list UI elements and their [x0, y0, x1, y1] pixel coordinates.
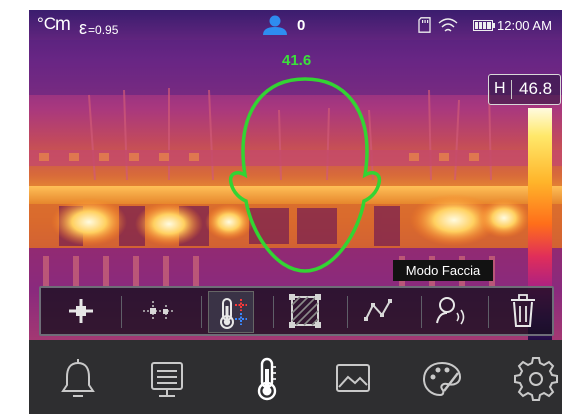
measure-mode: m [55, 14, 71, 35]
wifi-icon [438, 18, 458, 32]
face-count: 0 [297, 17, 306, 34]
toolbar-divider [273, 296, 274, 328]
palette-button[interactable] [414, 351, 470, 407]
area-box-icon [289, 294, 321, 328]
line-icon [364, 299, 392, 321]
area-box-button[interactable] [283, 291, 327, 331]
thermometer-icon [257, 357, 277, 401]
emissivity-value: =0.95 [88, 23, 119, 37]
toolbar-divider [347, 296, 348, 328]
toolbar-divider [121, 296, 122, 328]
settings-icon [514, 357, 558, 401]
clock: 12:00 AM [497, 18, 552, 33]
toolbar-divider [488, 296, 489, 328]
temperature-unit: °C [37, 14, 57, 33]
sd-card-icon [418, 17, 431, 33]
face-mode-icon [436, 297, 465, 325]
emissivity-readout: ε=0.95 [79, 18, 118, 39]
trash-button[interactable] [501, 291, 545, 331]
user-icon [263, 15, 287, 35]
face-mode-button[interactable] [429, 291, 473, 331]
monitor-icon [151, 362, 183, 397]
scale-divider [511, 80, 512, 99]
display-button[interactable] [139, 351, 195, 407]
battery-icon [473, 20, 495, 31]
device-frame: °C m ε=0.95 0 12:00 AM 41.6 H 46.8 Modo … [0, 0, 571, 414]
emissivity-symbol: ε [79, 18, 88, 38]
temperature-color-button[interactable] [208, 291, 254, 333]
measurement-toolbar [39, 286, 554, 336]
settings-button[interactable] [508, 351, 562, 407]
alarm-button[interactable] [50, 351, 106, 407]
camera-screen: °C m ε=0.95 0 12:00 AM 41.6 H 46.8 Modo … [29, 10, 562, 414]
image-icon [336, 364, 370, 392]
tooltip: Modo Faccia [393, 260, 493, 281]
face-outline [228, 77, 382, 273]
center-point-icon [69, 299, 93, 323]
scale-high-value: 46.8 [519, 79, 553, 98]
scale-high-letter: H [494, 80, 506, 97]
toolbar-divider [421, 296, 422, 328]
multi-point-button[interactable] [137, 291, 181, 331]
temperature-button[interactable] [239, 351, 295, 407]
toolbar-divider [201, 296, 202, 328]
scale-high-label: H 46.8 [488, 74, 561, 105]
gallery-button[interactable] [325, 351, 381, 407]
line-button[interactable] [356, 291, 400, 331]
bottom-nav [29, 340, 562, 414]
bell-icon [61, 359, 95, 397]
trash-icon [511, 294, 535, 327]
palette-icon [422, 361, 462, 397]
status-bar: °C m ε=0.95 0 12:00 AM [29, 10, 562, 40]
temperature-color-icon [220, 298, 247, 329]
center-point-button[interactable] [59, 291, 103, 331]
multi-point-icon [143, 301, 175, 321]
